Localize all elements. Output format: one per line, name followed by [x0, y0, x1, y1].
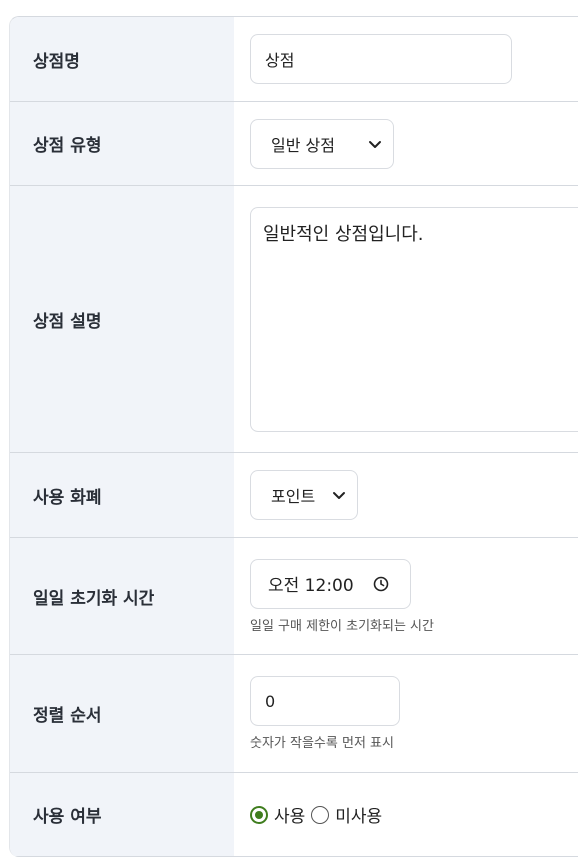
shop-type-label: 상점 유형 [10, 102, 234, 185]
sort-order-help: 숫자가 작을수록 먼저 표시 [250, 736, 394, 751]
shop-name-input[interactable]: 상점 [250, 34, 512, 84]
currency-label: 사용 화폐 [10, 453, 234, 537]
shop-name-value: 상점 [265, 51, 295, 70]
chevron-down-icon [369, 140, 381, 148]
daily-reset-time-value: 오전 12:00 [268, 576, 354, 596]
row-enabled: 사용 여부 사용 미사용 [10, 773, 578, 857]
radio-enabled-yes[interactable] [250, 805, 268, 824]
row-shop-description: 상점 설명 일반적인 상점입니다. [10, 186, 578, 453]
sort-order-label: 정렬 순서 [10, 655, 234, 772]
currency-selected: 포인트 [271, 487, 316, 506]
row-daily-reset: 일일 초기화 시간 오전 12:00 일일 구매 제한이 초기화되는 시간 [10, 538, 578, 655]
row-shop-type: 상점 유형 일반 상점 [10, 102, 578, 186]
shop-type-selected: 일반 상점 [271, 135, 335, 155]
radio-enabled-no-label[interactable]: 미사용 [335, 802, 382, 827]
row-currency: 사용 화폐 포인트 [10, 453, 578, 538]
daily-reset-label: 일일 초기화 시간 [10, 538, 234, 654]
shop-type-select[interactable]: 일반 상점 [250, 118, 394, 169]
row-shop-name: 상점명 상점 [10, 17, 578, 102]
clock-icon[interactable] [372, 575, 390, 593]
enabled-label: 사용 여부 [10, 773, 234, 856]
row-sort-order: 정렬 순서 0 숫자가 작을수록 먼저 표시 [10, 655, 578, 773]
shop-description-textarea[interactable]: 일반적인 상점입니다. [250, 206, 578, 432]
currency-select[interactable]: 포인트 [250, 470, 358, 520]
daily-reset-help: 일일 구매 제한이 초기화되는 시간 [250, 618, 434, 634]
sort-order-value: 0 [265, 691, 276, 711]
enabled-radio-group: 사용 미사용 [250, 802, 578, 827]
chevron-down-icon [333, 492, 345, 499]
shop-description-label: 상점 설명 [10, 186, 234, 452]
shop-settings-form: 상점명 상점 상점 유형 일반 상점 상점 설명 일반적인 상점입니다. 사용 … [9, 16, 578, 857]
shop-description-value: 일반적인 상점입니다. [263, 223, 424, 245]
sort-order-input[interactable]: 0 [250, 676, 400, 726]
radio-enabled-yes-label[interactable]: 사용 [274, 802, 305, 827]
shop-name-label: 상점명 [10, 17, 234, 101]
daily-reset-time-input[interactable]: 오전 12:00 [250, 558, 411, 609]
radio-enabled-no[interactable] [311, 805, 330, 824]
